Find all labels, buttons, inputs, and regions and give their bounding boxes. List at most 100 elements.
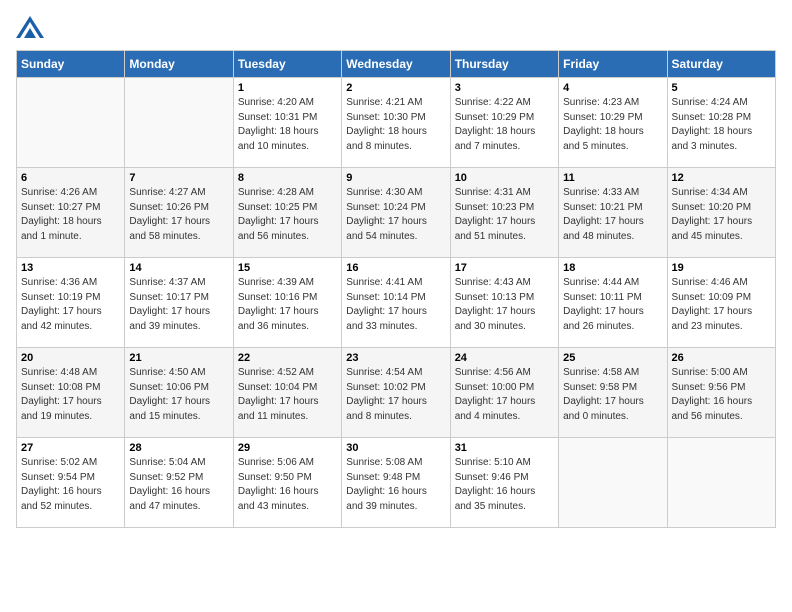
day-number: 15	[238, 262, 337, 274]
day-cell: 20Sunrise: 4:48 AM Sunset: 10:08 PM Dayl…	[17, 348, 125, 438]
day-cell: 7 Sunrise: 4:27 AM Sunset: 10:26 PM Dayli…	[125, 168, 233, 258]
day-info: Sunrise: 4:27 AM Sunset: 10:26 PM Daylig…	[129, 186, 228, 244]
day-cell: 5 Sunrise: 4:24 AM Sunset: 10:28 PM Dayli…	[667, 78, 775, 168]
day-info: Sunrise: 4:24 AM Sunset: 10:28 PM Daylig…	[672, 96, 771, 154]
day-info: Sunrise: 5:00 AM Sunset: 9:56 PM Dayligh…	[672, 366, 771, 424]
day-info: Sunrise: 5:08 AM Sunset: 9:48 PM Dayligh…	[346, 456, 445, 514]
day-cell: 10 Sunrise: 4:31 AM Sunset: 10:23 PM Dayl…	[450, 168, 558, 258]
day-cell: 28 Sunrise: 5:04 AM Sunset: 9:52 PM Dayli…	[125, 438, 233, 528]
day-cell: 29 Sunrise: 5:06 AM Sunset: 9:50 PM Dayli…	[233, 438, 341, 528]
logo	[16, 16, 48, 38]
day-info: Sunrise: 4:44 AM Sunset: 10:11 PM Daylig…	[563, 276, 662, 334]
header-cell-sunday: Sunday	[17, 51, 125, 78]
calendar-header: SundayMondayTuesdayWednesdayThursdayFrid…	[17, 51, 776, 78]
day-cell: 14 Sunrise: 4:37 AM Sunset: 10:17 PM Dayl…	[125, 258, 233, 348]
day-number: 31	[455, 442, 554, 454]
day-info: Sunrise: 4:20 AM Sunset: 10:31 PM Daylig…	[238, 96, 337, 154]
day-number: 6	[21, 172, 120, 184]
day-info: Sunrise: 4:56 AM Sunset: 10:00 PM Daylig…	[455, 366, 554, 424]
day-number: 29	[238, 442, 337, 454]
header-cell-monday: Monday	[125, 51, 233, 78]
day-info: Sunrise: 4:46 AM Sunset: 10:09 PM Daylig…	[672, 276, 771, 334]
day-info: Sunrise: 4:41 AM Sunset: 10:14 PM Daylig…	[346, 276, 445, 334]
day-number: 18	[563, 262, 662, 274]
day-cell: 17 Sunrise: 4:43 AM Sunset: 10:13 PM Dayl…	[450, 258, 558, 348]
day-number: 19	[672, 262, 771, 274]
day-cell	[559, 438, 667, 528]
day-cell: 23 Sunrise: 4:54 AM Sunset: 10:02 PM Dayl…	[342, 348, 450, 438]
day-number: 17	[455, 262, 554, 274]
header-cell-wednesday: Wednesday	[342, 51, 450, 78]
day-number: 9	[346, 172, 445, 184]
day-number: 14	[129, 262, 228, 274]
calendar-table: SundayMondayTuesdayWednesdayThursdayFrid…	[16, 50, 776, 528]
day-number: 1	[238, 82, 337, 94]
day-cell: 9Sunrise: 4:30 AM Sunset: 10:24 PM Dayli…	[342, 168, 450, 258]
day-number: 23	[346, 352, 445, 364]
day-cell: 4 Sunrise: 4:23 AM Sunset: 10:29 PM Dayli…	[559, 78, 667, 168]
day-cell: 12 Sunrise: 4:34 AM Sunset: 10:20 PM Dayl…	[667, 168, 775, 258]
day-info: Sunrise: 4:21 AM Sunset: 10:30 PM Daylig…	[346, 96, 445, 154]
day-number: 8	[238, 172, 337, 184]
day-number: 25	[563, 352, 662, 364]
day-cell: 19 Sunrise: 4:46 AM Sunset: 10:09 PM Dayl…	[667, 258, 775, 348]
day-number: 28	[129, 442, 228, 454]
day-info: Sunrise: 4:39 AM Sunset: 10:16 PM Daylig…	[238, 276, 337, 334]
day-info: Sunrise: 4:54 AM Sunset: 10:02 PM Daylig…	[346, 366, 445, 424]
day-number: 11	[563, 172, 662, 184]
day-info: Sunrise: 5:06 AM Sunset: 9:50 PM Dayligh…	[238, 456, 337, 514]
calendar-body: 1 Sunrise: 4:20 AM Sunset: 10:31 PM Dayli…	[17, 78, 776, 528]
day-info: Sunrise: 5:04 AM Sunset: 9:52 PM Dayligh…	[129, 456, 228, 514]
day-info: Sunrise: 4:23 AM Sunset: 10:29 PM Daylig…	[563, 96, 662, 154]
day-number: 21	[129, 352, 228, 364]
logo-icon	[16, 16, 44, 38]
day-cell: 8 Sunrise: 4:28 AM Sunset: 10:25 PM Dayli…	[233, 168, 341, 258]
week-row-5: 27 Sunrise: 5:02 AM Sunset: 9:54 PM Dayli…	[17, 438, 776, 528]
day-cell	[17, 78, 125, 168]
day-cell: 26 Sunrise: 5:00 AM Sunset: 9:56 PM Dayli…	[667, 348, 775, 438]
header-cell-friday: Friday	[559, 51, 667, 78]
day-number: 7	[129, 172, 228, 184]
day-number: 3	[455, 82, 554, 94]
day-info: Sunrise: 4:50 AM Sunset: 10:06 PM Daylig…	[129, 366, 228, 424]
day-number: 16	[346, 262, 445, 274]
day-cell: 1 Sunrise: 4:20 AM Sunset: 10:31 PM Dayli…	[233, 78, 341, 168]
day-cell: 22Sunrise: 4:52 AM Sunset: 10:04 PM Dayl…	[233, 348, 341, 438]
day-number: 4	[563, 82, 662, 94]
day-info: Sunrise: 5:02 AM Sunset: 9:54 PM Dayligh…	[21, 456, 120, 514]
day-number: 5	[672, 82, 771, 94]
day-number: 24	[455, 352, 554, 364]
day-info: Sunrise: 4:34 AM Sunset: 10:20 PM Daylig…	[672, 186, 771, 244]
header-cell-tuesday: Tuesday	[233, 51, 341, 78]
header-cell-thursday: Thursday	[450, 51, 558, 78]
day-cell: 13 Sunrise: 4:36 AM Sunset: 10:19 PM Dayl…	[17, 258, 125, 348]
day-info: Sunrise: 4:37 AM Sunset: 10:17 PM Daylig…	[129, 276, 228, 334]
day-cell	[125, 78, 233, 168]
day-number: 30	[346, 442, 445, 454]
day-info: Sunrise: 4:28 AM Sunset: 10:25 PM Daylig…	[238, 186, 337, 244]
day-number: 27	[21, 442, 120, 454]
day-cell: 30 Sunrise: 5:08 AM Sunset: 9:48 PM Dayli…	[342, 438, 450, 528]
page-header	[16, 16, 776, 38]
day-info: Sunrise: 4:22 AM Sunset: 10:29 PM Daylig…	[455, 96, 554, 154]
header-row: SundayMondayTuesdayWednesdayThursdayFrid…	[17, 51, 776, 78]
day-number: 26	[672, 352, 771, 364]
day-info: Sunrise: 4:43 AM Sunset: 10:13 PM Daylig…	[455, 276, 554, 334]
day-cell: 21 Sunrise: 4:50 AM Sunset: 10:06 PM Dayl…	[125, 348, 233, 438]
day-number: 13	[21, 262, 120, 274]
header-cell-saturday: Saturday	[667, 51, 775, 78]
week-row-4: 20Sunrise: 4:48 AM Sunset: 10:08 PM Dayl…	[17, 348, 776, 438]
day-info: Sunrise: 4:58 AM Sunset: 9:58 PM Dayligh…	[563, 366, 662, 424]
day-cell: 6Sunrise: 4:26 AM Sunset: 10:27 PM Dayli…	[17, 168, 125, 258]
day-cell: 11Sunrise: 4:33 AM Sunset: 10:21 PM Dayl…	[559, 168, 667, 258]
day-cell	[667, 438, 775, 528]
week-row-2: 6Sunrise: 4:26 AM Sunset: 10:27 PM Dayli…	[17, 168, 776, 258]
day-info: Sunrise: 4:31 AM Sunset: 10:23 PM Daylig…	[455, 186, 554, 244]
day-number: 10	[455, 172, 554, 184]
day-cell: 15 Sunrise: 4:39 AM Sunset: 10:16 PM Dayl…	[233, 258, 341, 348]
day-info: Sunrise: 4:36 AM Sunset: 10:19 PM Daylig…	[21, 276, 120, 334]
day-number: 12	[672, 172, 771, 184]
day-number: 22	[238, 352, 337, 364]
day-number: 20	[21, 352, 120, 364]
week-row-3: 13 Sunrise: 4:36 AM Sunset: 10:19 PM Dayl…	[17, 258, 776, 348]
